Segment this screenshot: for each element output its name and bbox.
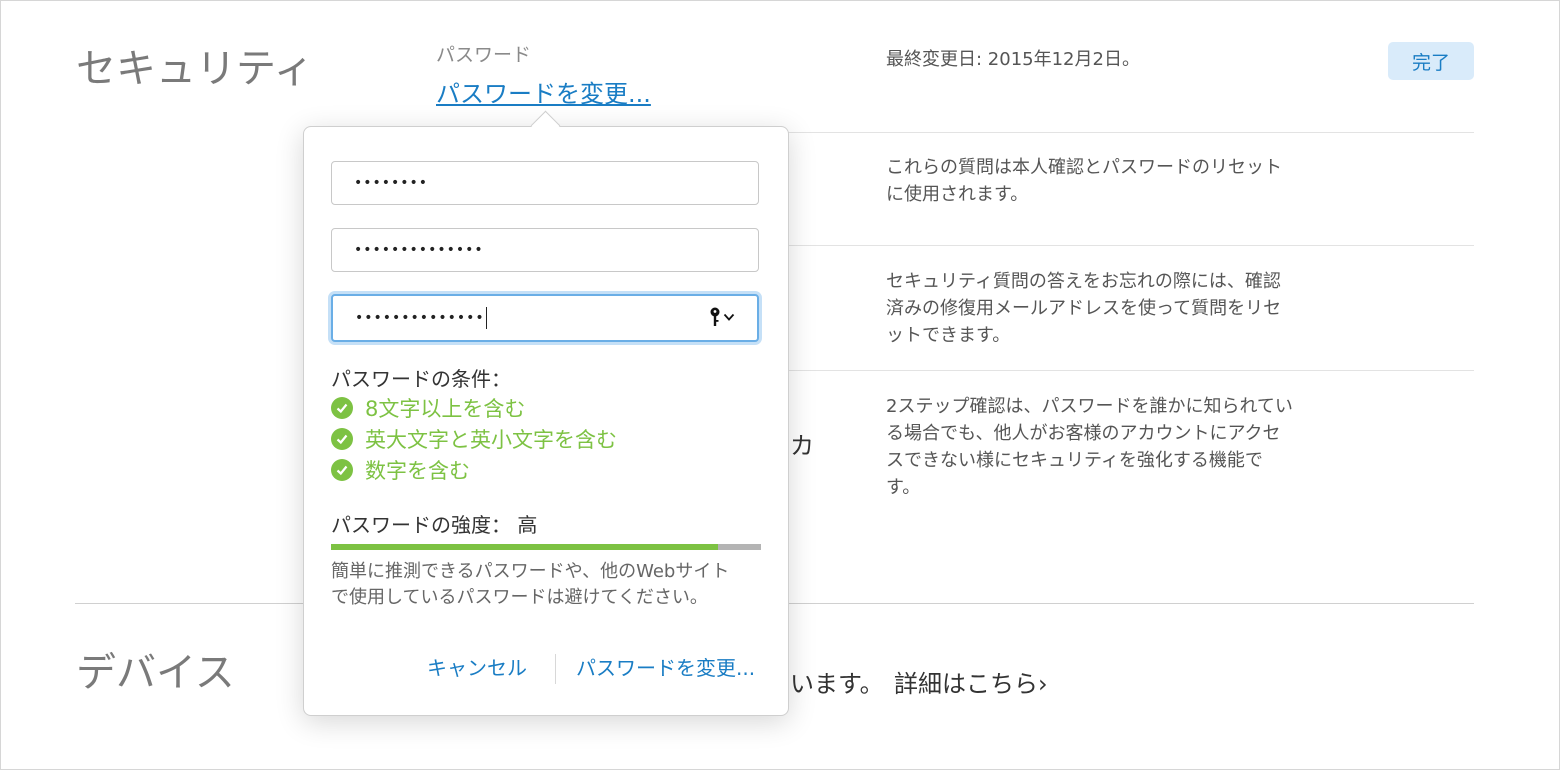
new-password-field[interactable]: •••••••••••••• [331,228,759,272]
check-circle-icon [331,397,353,419]
devices-text-partial: います。 [790,670,884,698]
button-separator [555,654,556,684]
strength-label: パスワードの強度： 高 [331,513,538,537]
two-step-heading-partial: カ [790,432,814,460]
password-keychain-button[interactable] [709,306,737,328]
current-password-value: •••••••• [354,175,429,191]
requirement-label: 英大文字と英小文字を含む [365,428,617,452]
check-circle-icon [331,459,353,481]
change-password-link[interactable]: パスワードを変更... [436,74,651,109]
check-circle-icon [331,428,353,450]
details-link[interactable]: 詳細はこちら› [894,664,1048,699]
security-title: セキュリティ [76,46,314,92]
confirm-password-field[interactable]: •••••••••••••• [331,294,759,342]
text-caret [485,307,487,329]
confirm-password-value: •••••••••••••• [355,310,485,326]
password-hint: 簡単に推測できるパスワードや、他のWebサイトで使用しているパスワードは避けてく… [331,561,730,608]
rescue-email-description: セキュリティ質問の答えをお忘れの際には、確認済みの修復用メールアドレスを使って質… [886,271,1282,346]
strength-meter-fill [331,544,718,550]
last-changed-text: 最終変更日: 2015年12月2日。 [886,49,1140,70]
change-password-popover: •••••••• •••••••••••••• •••••••••••••• パ… [303,126,789,716]
strength-meter [331,544,761,550]
divider [784,245,1474,246]
divider [784,370,1474,371]
requirement-label: 8文字以上を含む [365,397,526,421]
requirements-title: パスワードの条件： [331,367,511,391]
requirement-item: 数字を含む [331,455,470,485]
divider [784,132,1474,133]
two-step-description: 2ステップ確認は、パスワードを誰かに知られている場合でも、他人がお客様のアカウン… [886,396,1293,498]
current-password-field[interactable]: •••••••• [331,161,759,205]
security-questions-description: これらの質問は本人確認とパスワードのリセットに使用されます。 [886,157,1282,205]
requirement-item: 英大文字と英小文字を含む [331,424,617,454]
password-label: パスワード [436,44,532,66]
confirm-change-password-button[interactable]: パスワードを変更... [576,652,755,681]
requirement-label: 数字を含む [365,459,470,483]
new-password-value: •••••••••••••• [354,242,484,258]
requirement-item: 8文字以上を含む [331,393,525,423]
chevron-down-icon [723,313,735,321]
devices-title: デバイス [76,650,235,696]
cancel-button[interactable]: キャンセル [427,652,527,681]
done-button[interactable]: 完了 [1388,42,1474,80]
key-icon [710,307,720,326]
